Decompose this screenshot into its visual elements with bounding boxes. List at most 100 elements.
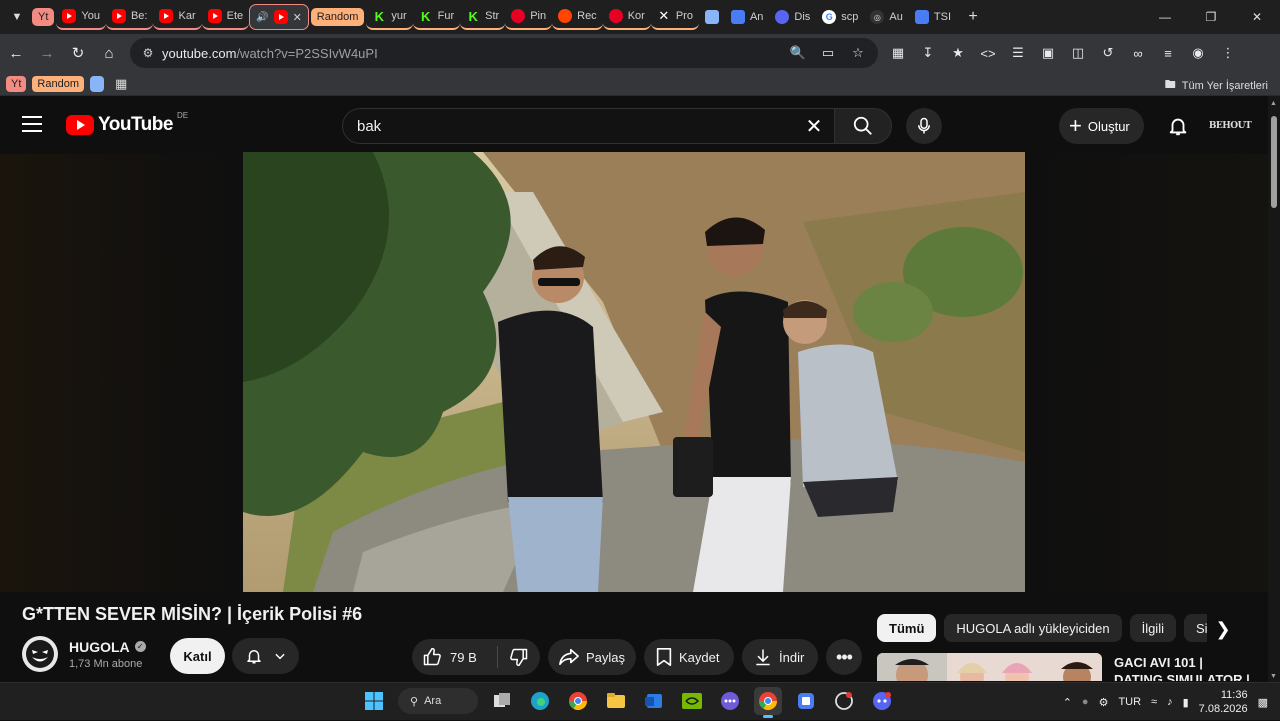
browser-tab[interactable]: Kar: [153, 4, 202, 30]
scroll-up-icon[interactable]: ▲: [1270, 100, 1277, 107]
youtube-logo[interactable]: YouTube DE: [66, 111, 188, 136]
edge-icon[interactable]: [526, 687, 554, 715]
clear-search-icon[interactable]: ✕: [794, 109, 834, 143]
tab-blank[interactable]: [699, 4, 725, 30]
microphone-icon[interactable]: ●: [1082, 696, 1089, 708]
subscription-notifications-button[interactable]: [232, 638, 299, 674]
chrome-active-icon[interactable]: [754, 687, 782, 718]
filter-chip[interactable]: İlgili: [1129, 614, 1176, 642]
share-button[interactable]: Paylaş: [548, 639, 636, 675]
browser-tab[interactable]: Kor: [602, 4, 651, 30]
wifi-icon[interactable]: ≈: [1151, 696, 1157, 708]
notification-center-icon[interactable]: ▩: [1258, 696, 1268, 709]
browser-tab[interactable]: Dis: [769, 4, 816, 30]
guide-menu-icon[interactable]: [22, 116, 42, 132]
all-bookmarks[interactable]: 🖿 Tüm Yer İşaretleri: [1165, 76, 1268, 95]
devtools-icon[interactable]: <>: [976, 41, 1000, 65]
tab-group-yt[interactable]: Yt: [32, 8, 55, 26]
zoom-icon[interactable]: 🔍: [786, 41, 810, 65]
account-avatar[interactable]: BEHOUT: [1209, 112, 1252, 140]
cast-icon[interactable]: ▭: [816, 41, 840, 65]
recommended-thumbnail[interactable]: [877, 653, 1102, 681]
back-icon[interactable]: ←: [1, 38, 31, 68]
chrome-icon[interactable]: [564, 687, 592, 715]
dislike-button[interactable]: [498, 639, 540, 675]
search-input[interactable]: [357, 117, 794, 135]
site-info-icon[interactable]: ⚙: [134, 46, 162, 60]
file-explorer-icon[interactable]: [602, 687, 630, 715]
extensions-icon[interactable]: ▦: [886, 41, 910, 65]
restore-icon[interactable]: ❐: [1188, 0, 1234, 34]
browser-tab[interactable]: Rec: [552, 4, 603, 30]
download-button[interactable]: İndir: [742, 639, 818, 675]
link-icon[interactable]: ∞: [1126, 41, 1150, 65]
outlook-icon[interactable]: [640, 687, 668, 715]
browser-tab[interactable]: ✕ Pro: [650, 4, 699, 30]
filter-chip[interactable]: HUGOLA adlı yükleyiciden: [944, 614, 1122, 642]
settings-icon[interactable]: ⚙: [1099, 696, 1109, 709]
profile-icon[interactable]: ◉: [1186, 41, 1210, 65]
bookmark-star-icon[interactable]: ☆: [846, 41, 870, 65]
nvidia-icon[interactable]: [678, 687, 706, 715]
translate-icon[interactable]: ☰: [1006, 41, 1030, 65]
address-bar[interactable]: ⚙ youtube.com/watch?v=P2SSIvW4uPI 🔍 ▭ ☆: [130, 38, 878, 68]
favorites-icon[interactable]: ★: [946, 41, 970, 65]
screenshot-icon[interactable]: ▣: [1036, 41, 1060, 65]
sidepanel-icon[interactable]: ◫: [1066, 41, 1090, 65]
chevron-up-icon[interactable]: ⌃: [1063, 696, 1072, 709]
join-button[interactable]: Katıl: [170, 638, 225, 674]
forward-icon[interactable]: →: [32, 38, 62, 68]
notifications-button[interactable]: [1164, 112, 1192, 140]
page-scrollbar[interactable]: ▲ ▼: [1268, 96, 1280, 682]
reload-icon[interactable]: ↻: [63, 38, 93, 68]
tab-group-random[interactable]: Random: [310, 8, 365, 26]
scrollbar-thumb[interactable]: [1271, 116, 1277, 208]
menu-dots-icon[interactable]: ⋮: [1216, 41, 1240, 65]
apps-grid-icon[interactable]: ▦: [110, 76, 132, 92]
browser-tab[interactable]: K Fur: [412, 4, 461, 30]
browser-tab[interactable]: You: [56, 4, 106, 30]
minimize-icon[interactable]: —: [1142, 0, 1188, 34]
channel-name[interactable]: HUGOLA: [69, 639, 130, 655]
voice-search-button[interactable]: [906, 108, 942, 144]
browser-tab[interactable]: Pin: [505, 4, 553, 30]
save-button[interactable]: Kaydet: [644, 639, 734, 675]
bookmark-group-random[interactable]: Random: [32, 75, 84, 92]
start-windows-icon[interactable]: [360, 687, 388, 715]
filter-chip[interactable]: Siz: [1183, 614, 1207, 642]
like-button[interactable]: 79 B: [412, 639, 497, 675]
scroll-down-icon[interactable]: ▼: [1270, 673, 1277, 680]
more-actions-icon[interactable]: •••: [826, 639, 862, 675]
browser-tab[interactable]: 🔊 ✕: [249, 4, 309, 30]
speaker-icon[interactable]: 🔊: [256, 12, 268, 23]
address-url[interactable]: youtube.com/watch?v=P2SSIvW4uPI: [162, 46, 786, 61]
clock[interactable]: 11:36 7.08.2026: [1199, 688, 1248, 716]
recommended-video-title[interactable]: GACI AVI 101 | DATING SIMULATOR |: [1114, 654, 1254, 681]
chevron-right-icon[interactable]: ❯: [1210, 616, 1236, 642]
channel-avatar[interactable]: [22, 636, 58, 672]
browser-tab[interactable]: Ete: [201, 4, 250, 30]
language-indicator[interactable]: TUR: [1118, 696, 1141, 708]
browser-tab[interactable]: Kyur: [366, 4, 413, 30]
discord-icon[interactable]: [868, 687, 896, 715]
close-window-icon[interactable]: ✕: [1234, 0, 1280, 34]
browser-tab[interactable]: Gscp: [816, 4, 864, 30]
close-tab-icon[interactable]: ✕: [293, 11, 302, 24]
browser-tab[interactable]: K Str: [460, 4, 506, 30]
history-icon[interactable]: ↺: [1096, 41, 1120, 65]
chatgpt-icon[interactable]: [830, 687, 858, 715]
bookmark-square-icon[interactable]: [89, 75, 104, 92]
browser-tab[interactable]: An: [725, 4, 769, 30]
home-icon[interactable]: ⌂: [94, 38, 124, 68]
browser-tab[interactable]: Be:: [105, 4, 154, 30]
taskbar-search[interactable]: ⚲ Ara: [398, 688, 478, 714]
filter-chip[interactable]: Tümü: [877, 614, 937, 642]
volume-icon[interactable]: ♪: [1167, 696, 1173, 708]
create-button[interactable]: + Oluştur: [1059, 108, 1144, 144]
video-player[interactable]: [243, 152, 1025, 592]
task-view-icon[interactable]: [488, 687, 516, 715]
battery-icon[interactable]: ▮: [1183, 696, 1189, 709]
tab-search-chevron-icon[interactable]: ▼: [4, 4, 30, 30]
media-controls-icon[interactable]: ≡: [1156, 41, 1180, 65]
bookmark-group-yt[interactable]: Yt: [6, 75, 27, 92]
